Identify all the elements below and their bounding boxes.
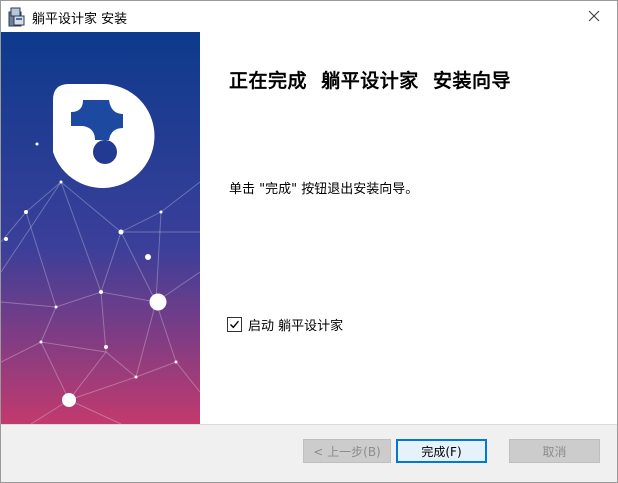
close-icon (588, 7, 600, 26)
banner-graphic (1, 32, 200, 424)
installer-icon (8, 7, 26, 27)
instruction-text: 单击 "完成" 按钮退出安装向导。 (229, 182, 419, 197)
puzzle-logo-icon (53, 83, 155, 188)
button-bar: < 上一步(B) 完成(F) 取消 (1, 424, 617, 482)
checkmark-icon (230, 320, 240, 329)
content-pane: 正在完成 躺平设计家 安装向导 单击 "完成" 按钮退出安装向导。 启动 躺平设… (200, 32, 617, 424)
close-button[interactable] (571, 1, 617, 32)
installer-window: 躺平设计家 安装 正在完成 躺平设计家 安装向导 单击 "完成" 按钮退出安装向… (0, 0, 618, 483)
launch-checkbox[interactable] (227, 317, 242, 332)
back-button[interactable]: < 上一步(B) (303, 439, 391, 463)
window-title: 躺平设计家 安装 (32, 12, 128, 27)
wizard-heading: 正在完成 躺平设计家 安装向导 (229, 70, 511, 92)
side-banner (1, 32, 200, 424)
title-bar: 躺平设计家 安装 (1, 1, 617, 32)
launch-checkbox-label[interactable]: 启动 躺平设计家 (248, 315, 343, 334)
finish-button[interactable]: 完成(F) (396, 439, 487, 463)
cancel-button[interactable]: 取消 (509, 439, 600, 463)
launch-app-option[interactable]: 启动 躺平设计家 (227, 315, 343, 334)
